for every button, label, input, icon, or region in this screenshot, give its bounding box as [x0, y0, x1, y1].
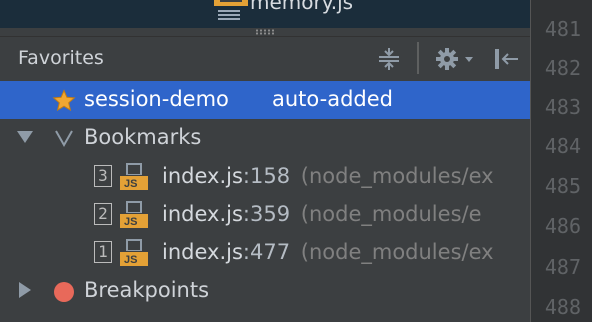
editor-line-gutter: 481 482 483 484 485 486 487 488 [530, 0, 592, 322]
js-file-icon: JS [120, 201, 148, 228]
panel-title: Favorites [18, 47, 104, 69]
bookmark-mnemonic: 1 [94, 241, 112, 263]
session-suffix: auto-added [272, 87, 394, 111]
tree-row-breakpoints[interactable]: Breakpoints [0, 272, 530, 310]
breakpoints-label: Breakpoints [84, 278, 210, 302]
splitter-grip-icon[interactable] [255, 29, 275, 35]
js-file-icon: JS [120, 239, 148, 266]
tree-row-bookmarks[interactable]: Bookmarks [0, 119, 530, 157]
panel-splitter[interactable] [0, 28, 530, 37]
bookmark-path: (node_modules/ex [300, 240, 494, 264]
file-icon [214, 0, 248, 6]
panel-header: Favorites [0, 37, 530, 81]
line-number: 482 [544, 56, 581, 80]
line-number: 483 [544, 95, 581, 119]
star-icon [52, 89, 76, 112]
bookmark-item[interactable]: 3 JS index.js:158 (node_modules/ex [0, 158, 530, 196]
bookmark-path: (node_modules/ex [300, 164, 494, 188]
bookmark-mnemonic: 3 [94, 165, 112, 187]
svg-text:JS: JS [124, 216, 137, 228]
bookmark-mnemonic: 2 [94, 203, 112, 225]
bookmark-line: :158 [242, 164, 291, 188]
line-number: 486 [544, 214, 581, 238]
breakpoint-icon [54, 282, 74, 302]
hide-panel-icon[interactable] [488, 37, 524, 81]
bookmark-file: index.js [162, 240, 243, 264]
chevron-down-icon[interactable] [16, 128, 34, 146]
bookmark-line: :359 [242, 202, 291, 226]
tree-row-session[interactable]: session-demo auto-added [0, 81, 530, 119]
js-file-icon: JS [120, 163, 148, 190]
line-number: 481 [544, 17, 581, 41]
collapse-all-icon[interactable] [374, 37, 404, 81]
bookmark-check-icon [55, 130, 73, 147]
bookmark-file: index.js [162, 202, 243, 226]
editor-tab-label[interactable]: memory.js [250, 0, 353, 14]
svg-text:JS: JS [124, 254, 137, 266]
editor-tab-strip: memory.js [0, 0, 530, 28]
line-number: 487 [544, 255, 581, 279]
bookmark-item[interactable]: 1 JS index.js:477 (node_modules/ex [0, 234, 530, 272]
bookmark-file: index.js [162, 164, 243, 188]
chevron-right-icon[interactable] [16, 281, 34, 299]
line-number: 484 [544, 134, 581, 158]
svg-text:JS: JS [124, 178, 137, 190]
bookmark-item[interactable]: 2 JS index.js:359 (node_modules/e [0, 196, 530, 234]
line-number: 485 [544, 174, 581, 198]
bookmarks-label: Bookmarks [84, 125, 202, 149]
bookmark-path: (node_modules/e [300, 202, 482, 226]
favorites-tool-window: memory.js Favorites session-demo auto-ad… [0, 0, 530, 322]
session-name: session-demo [84, 87, 229, 111]
bookmark-line: :477 [242, 240, 291, 264]
grid-icon [218, 10, 240, 20]
line-number: 488 [544, 295, 581, 319]
gear-icon[interactable] [432, 37, 480, 81]
toolbar-separator [417, 42, 419, 74]
